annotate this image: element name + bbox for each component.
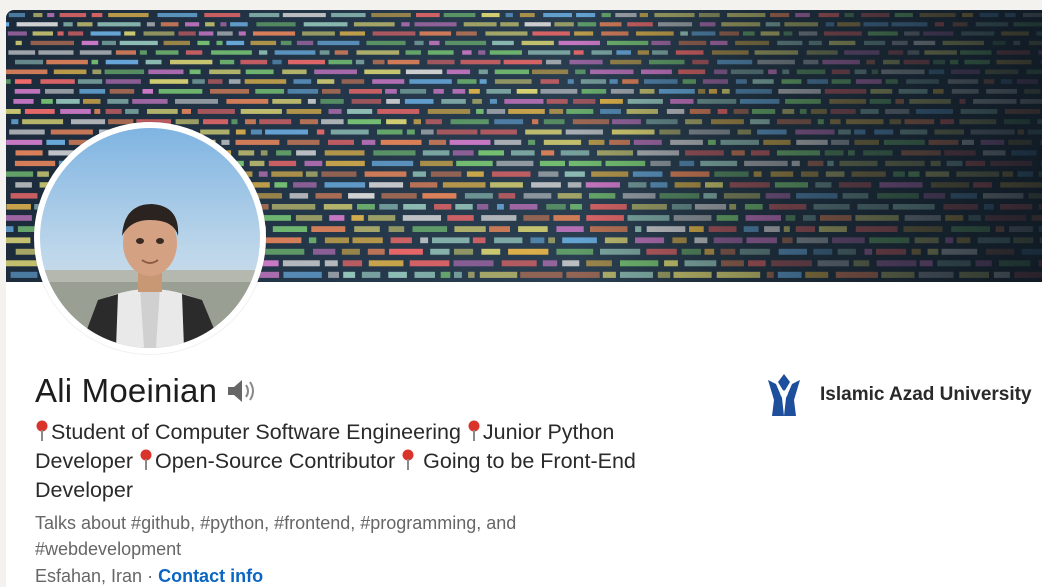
education-link[interactable]: Islamic Azad University [766, 370, 1032, 420]
location: Esfahan, Iran [35, 566, 143, 586]
profile-headline: Student of Computer Software Engineering… [35, 418, 695, 505]
pushpin-icon [402, 449, 414, 470]
headline-part-1: Student of Computer Software Engineering [51, 420, 467, 444]
headline-part-3: Open-Source Contributor [154, 449, 402, 473]
pushpin-icon [36, 420, 48, 441]
pushpin-icon [468, 420, 480, 441]
profile-card: Ali Moeinian Student of Computer Softwar… [6, 10, 1042, 587]
name-row: Ali Moeinian [35, 372, 259, 410]
contact-info-link[interactable]: Contact info [158, 566, 263, 586]
profile-photo[interactable] [34, 122, 266, 354]
university-name: Islamic Azad University [820, 384, 1032, 405]
speaker-icon[interactable] [225, 376, 259, 406]
location-row: Esfahan, Iran · Contact info [35, 566, 263, 587]
avatar [40, 128, 260, 348]
pushpin-icon [140, 449, 152, 470]
profile-name: Ali Moeinian [35, 372, 218, 409]
university-logo-icon [768, 374, 800, 416]
talks-about: Talks about #github, #python, #frontend,… [35, 513, 517, 559]
separator: · [142, 566, 159, 586]
